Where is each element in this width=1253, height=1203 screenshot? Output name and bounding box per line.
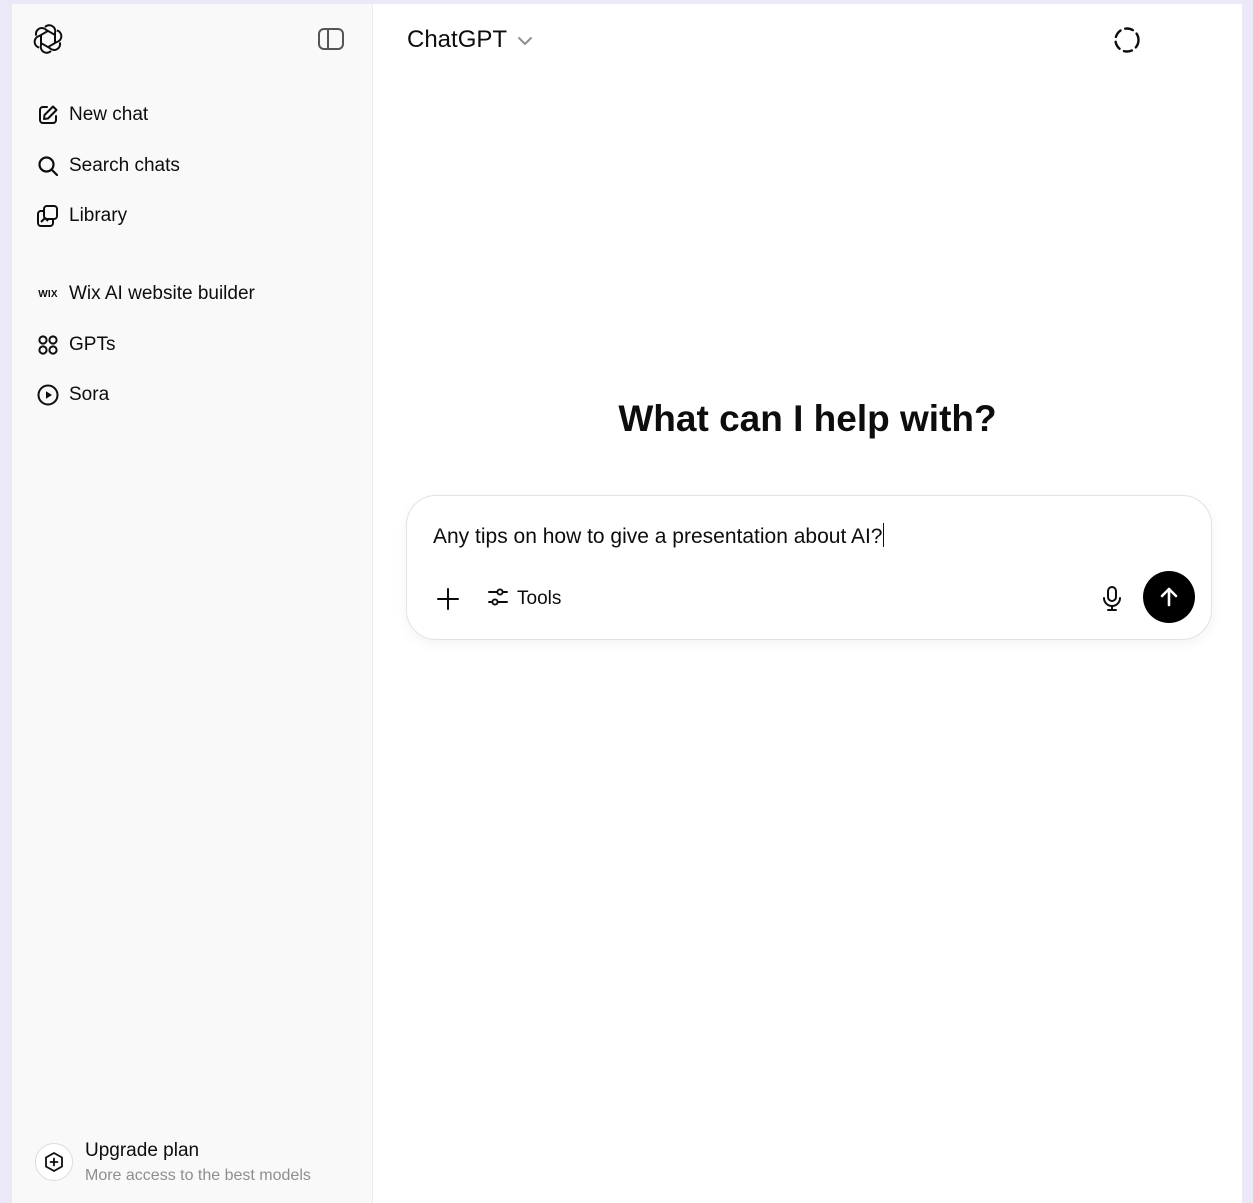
search-chats-button[interactable]: Search chats — [24, 143, 361, 189]
gpts-grid-icon — [36, 333, 60, 357]
prompt-input[interactable]: Any tips on how to give a presentation a… — [433, 523, 885, 549]
chevron-down-icon — [517, 33, 533, 51]
composer: Any tips on how to give a presentation a… — [406, 495, 1212, 640]
upgrade-plan-button[interactable]: Upgrade plan More access to the best mod… — [24, 1132, 361, 1192]
upgrade-plan-subtitle: More access to the best models — [85, 1166, 311, 1184]
main-panel: ChatGPT What can I help with? Any tips o… — [373, 4, 1242, 1203]
library-label: Library — [69, 205, 128, 227]
primary-nav: New chat Search chats Library — [24, 92, 361, 244]
edit-icon — [36, 103, 60, 127]
wix-ai-website-builder-label: Wix AI website builder — [69, 283, 255, 304]
upgrade-icon — [35, 1143, 73, 1181]
add-attachment-button[interactable] — [433, 584, 463, 614]
play-icon — [36, 383, 60, 407]
plus-icon — [437, 588, 459, 610]
model-selector[interactable]: ChatGPT — [397, 22, 543, 58]
upgrade-plan-title: Upgrade plan — [85, 1139, 200, 1161]
search-icon — [36, 154, 60, 178]
tools-label: Tools — [517, 588, 562, 609]
new-chat-label: New chat — [69, 104, 149, 125]
page-headline: What can I help with? — [618, 398, 997, 439]
wix-ai-website-builder-button[interactable]: WIX Wix AI website builder — [24, 271, 361, 317]
text-caret — [883, 523, 885, 547]
gpts-button[interactable]: GPTs — [24, 322, 361, 368]
secondary-nav: WIX Wix AI website builder GPTs Sora — [24, 271, 361, 423]
model-name: ChatGPT — [407, 26, 508, 53]
sora-button[interactable]: Sora — [24, 372, 361, 418]
upgrade-text: Upgrade plan More access to the best mod… — [85, 1140, 311, 1185]
sora-label: Sora — [69, 384, 110, 406]
sidebar-header — [12, 4, 372, 76]
microphone-icon[interactable] — [1097, 582, 1127, 616]
gpts-label: GPTs — [69, 333, 116, 355]
wix-icon-text: WIX — [38, 288, 58, 300]
search-chats-label: Search chats — [69, 154, 180, 176]
app-window: New chat Search chats Library WIX Wix AI… — [12, 4, 1242, 1203]
library-icon — [36, 204, 60, 228]
tools-button[interactable]: Tools — [487, 582, 561, 616]
temporary-chat-icon[interactable] — [1111, 24, 1143, 56]
sidebar-toggle-icon[interactable] — [317, 26, 345, 52]
openai-logo-icon[interactable] — [32, 23, 64, 55]
wix-icon: WIX — [36, 282, 60, 306]
new-chat-button[interactable]: New chat — [24, 92, 361, 138]
sliders-icon — [487, 586, 509, 613]
send-button[interactable] — [1143, 571, 1195, 623]
library-button[interactable]: Library — [24, 193, 361, 239]
sidebar: New chat Search chats Library WIX Wix AI… — [12, 4, 373, 1203]
arrow-up-icon — [1160, 587, 1178, 607]
prompt-input-value: Any tips on how to give a presentation a… — [433, 525, 883, 548]
